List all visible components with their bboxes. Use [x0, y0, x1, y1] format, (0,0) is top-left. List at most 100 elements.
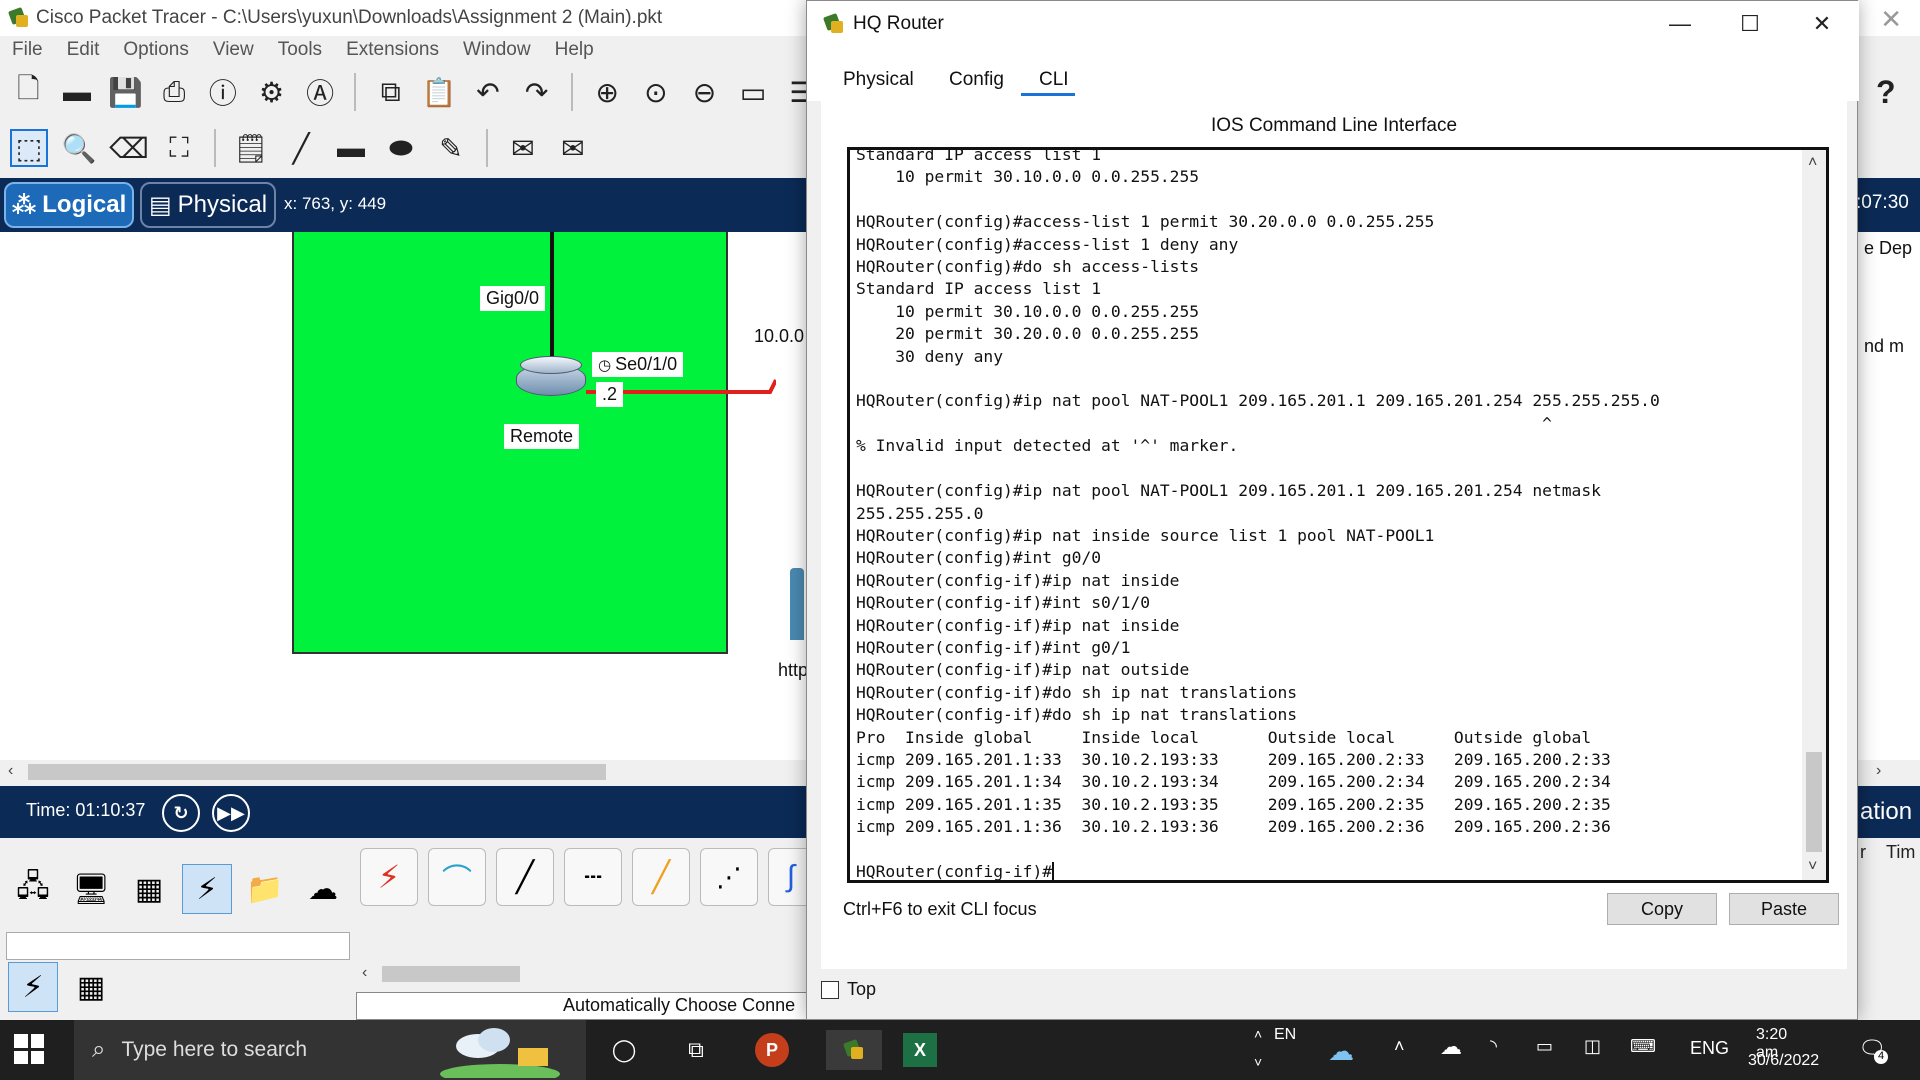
tab-physical[interactable]: Physical [843, 69, 914, 91]
copper-cross-icon[interactable]: ┄ [564, 848, 622, 906]
scroll-left-icon[interactable]: ‹ [362, 964, 367, 982]
fiber-icon[interactable]: ╱ [632, 848, 690, 906]
place-note-icon[interactable]: 🗒 [232, 129, 270, 167]
meet-now-icon[interactable]: ◫ [1584, 1036, 1601, 1057]
select-icon[interactable]: ⬚ [10, 129, 48, 167]
physical-mode-button[interactable]: ▤ Physical [140, 182, 276, 228]
terminal-scrollbar[interactable]: ˄ ˅ [1802, 150, 1826, 880]
network-wizard-icon[interactable]: ⚙ [253, 73, 290, 111]
clock-date[interactable]: 30/6/2022 [1748, 1052, 1819, 1070]
multiuser-cloud-icon[interactable]: ☁ [298, 864, 348, 914]
taskbar-search-box[interactable]: ⌕ Type here to search [74, 1020, 586, 1080]
input-lang-small[interactable]: EN [1274, 1026, 1296, 1044]
tab-config[interactable]: Config [949, 69, 1004, 91]
network-devices-icon[interactable]: 🖧 [8, 864, 58, 914]
menu-edit[interactable]: Edit [67, 39, 100, 61]
draw-line-icon[interactable]: ╱ [282, 129, 320, 167]
copy-button[interactable]: Copy [1607, 893, 1717, 925]
logical-mode-button[interactable]: ⁂ Logical [4, 182, 134, 228]
freeform-icon[interactable]: ✎ [432, 129, 470, 167]
battery-icon[interactable]: ▭ [1536, 1036, 1553, 1057]
menu-window[interactable]: Window [463, 39, 531, 61]
scroll-thumb[interactable] [1806, 752, 1822, 852]
draw-ellipse-icon[interactable]: ⬬ [382, 129, 420, 167]
resize-shape-icon[interactable]: ⛶ [160, 129, 198, 167]
gig-cable[interactable] [550, 232, 554, 360]
components-icon[interactable]: ▦ [124, 864, 174, 914]
copy-icon[interactable]: ⧉ [372, 73, 409, 111]
server-icon[interactable] [790, 568, 804, 640]
cli-terminal[interactable]: Standard IP access list 1 10 permit 30.1… [847, 147, 1829, 883]
input-lang[interactable]: ENG [1690, 1038, 1729, 1059]
minimize-icon[interactable]: — [1665, 9, 1695, 39]
keyboard-icon[interactable]: ⌨ [1630, 1036, 1656, 1057]
copper-straight-icon[interactable]: ╱ [496, 848, 554, 906]
zoom-in-icon[interactable]: ⊕ [589, 73, 626, 111]
drawing-palette-icon[interactable]: ▭ [735, 73, 772, 111]
scroll-thumb[interactable] [382, 966, 520, 982]
simulation-tab-partial[interactable]: ation [1860, 798, 1912, 826]
undo-icon[interactable]: ↶ [470, 73, 507, 111]
tray-chevron-down-icon[interactable]: ˅ [1254, 1054, 1262, 1070]
hidden-icons-chevron-icon[interactable]: ˄ [1394, 1036, 1405, 1057]
scroll-thumb[interactable] [28, 764, 606, 780]
activity-wizard-icon[interactable]: Ⓐ [302, 73, 339, 111]
zoom-out-icon[interactable]: ⊖ [686, 73, 723, 111]
help-icon[interactable]: ? [1876, 74, 1896, 111]
menu-options[interactable]: Options [123, 39, 188, 61]
info-icon[interactable]: ⓘ [205, 73, 242, 111]
open-folder-icon[interactable]: ▬ [59, 73, 96, 111]
draw-rectangle-icon[interactable]: ▬ [332, 129, 370, 167]
close-icon[interactable]: ✕ [1807, 9, 1837, 39]
fast-forward-icon[interactable]: ▶▶ [212, 794, 250, 832]
tray-chevron-up-icon[interactable]: ˄ [1254, 1026, 1262, 1042]
scroll-right-icon[interactable]: › [1876, 762, 1881, 780]
print-icon[interactable]: ⎙ [156, 73, 193, 111]
connections-scrollbar[interactable]: ‹ [356, 962, 816, 986]
top-checkbox-box[interactable] [821, 980, 839, 999]
pt-close-icon[interactable]: ✕ [1880, 4, 1902, 35]
misc-icon[interactable]: 📁 [240, 864, 290, 914]
add-complex-pdu-icon[interactable]: ✉ [554, 129, 592, 167]
remote-router-icon[interactable] [516, 356, 586, 400]
add-simple-pdu-icon[interactable]: ✉ [504, 129, 542, 167]
console-cable-icon[interactable]: ⌒ [428, 848, 486, 906]
menu-extensions[interactable]: Extensions [346, 39, 439, 61]
paste-button[interactable]: Paste [1729, 893, 1839, 925]
weather-cloud-icon[interactable]: ☁ [1328, 1036, 1354, 1067]
menu-file[interactable]: File [12, 39, 43, 61]
device-search-input[interactable] [6, 932, 350, 960]
scroll-up-icon[interactable]: ˄ [1808, 154, 1817, 172]
packet-tracer-taskbar-icon[interactable] [826, 1030, 882, 1070]
connections-icon[interactable]: ⚡ [182, 864, 232, 914]
save-icon[interactable]: 💾 [107, 73, 144, 111]
tab-cli[interactable]: CLI [1039, 69, 1069, 91]
cortana-icon[interactable]: ◯ [604, 1030, 644, 1070]
end-devices-icon[interactable]: 🖥 [66, 864, 116, 914]
delete-icon[interactable]: ⌫ [109, 129, 149, 167]
auto-connection-icon[interactable]: ⚡ [360, 848, 418, 906]
menu-help[interactable]: Help [555, 39, 594, 61]
paste-icon[interactable]: 📋 [421, 73, 458, 111]
task-view-icon[interactable]: ⧉ [676, 1030, 716, 1070]
top-checkbox[interactable]: Top [821, 979, 876, 1000]
powerpoint-icon[interactable]: P [752, 1030, 792, 1070]
grid-icon[interactable]: ▦ [66, 962, 116, 1012]
connections-subtype-icon[interactable]: ⚡ [8, 962, 58, 1012]
zoom-reset-icon[interactable]: ⊙ [638, 73, 675, 111]
menu-tools[interactable]: Tools [278, 39, 322, 61]
wifi-icon[interactable]: ◝ [1490, 1036, 1497, 1057]
onedrive-icon[interactable]: ☁ [1440, 1034, 1462, 1060]
power-cycle-icon[interactable]: ↻ [162, 794, 200, 832]
excel-icon[interactable]: X [900, 1030, 940, 1070]
new-file-icon[interactable]: 🗋 [10, 73, 47, 111]
menu-view[interactable]: View [213, 39, 254, 61]
redo-icon[interactable]: ↷ [518, 73, 555, 111]
scroll-down-icon[interactable]: ˅ [1808, 858, 1817, 876]
windows-start-icon[interactable] [14, 1034, 44, 1064]
terminal-output[interactable]: Standard IP access list 1 10 permit 30.1… [856, 150, 1796, 880]
phone-cable-icon[interactable]: ⋰ [700, 848, 758, 906]
maximize-icon[interactable]: ☐ [1735, 9, 1765, 39]
inspect-icon[interactable]: 🔍 [60, 129, 98, 167]
scroll-left-icon[interactable]: ‹ [8, 762, 13, 780]
